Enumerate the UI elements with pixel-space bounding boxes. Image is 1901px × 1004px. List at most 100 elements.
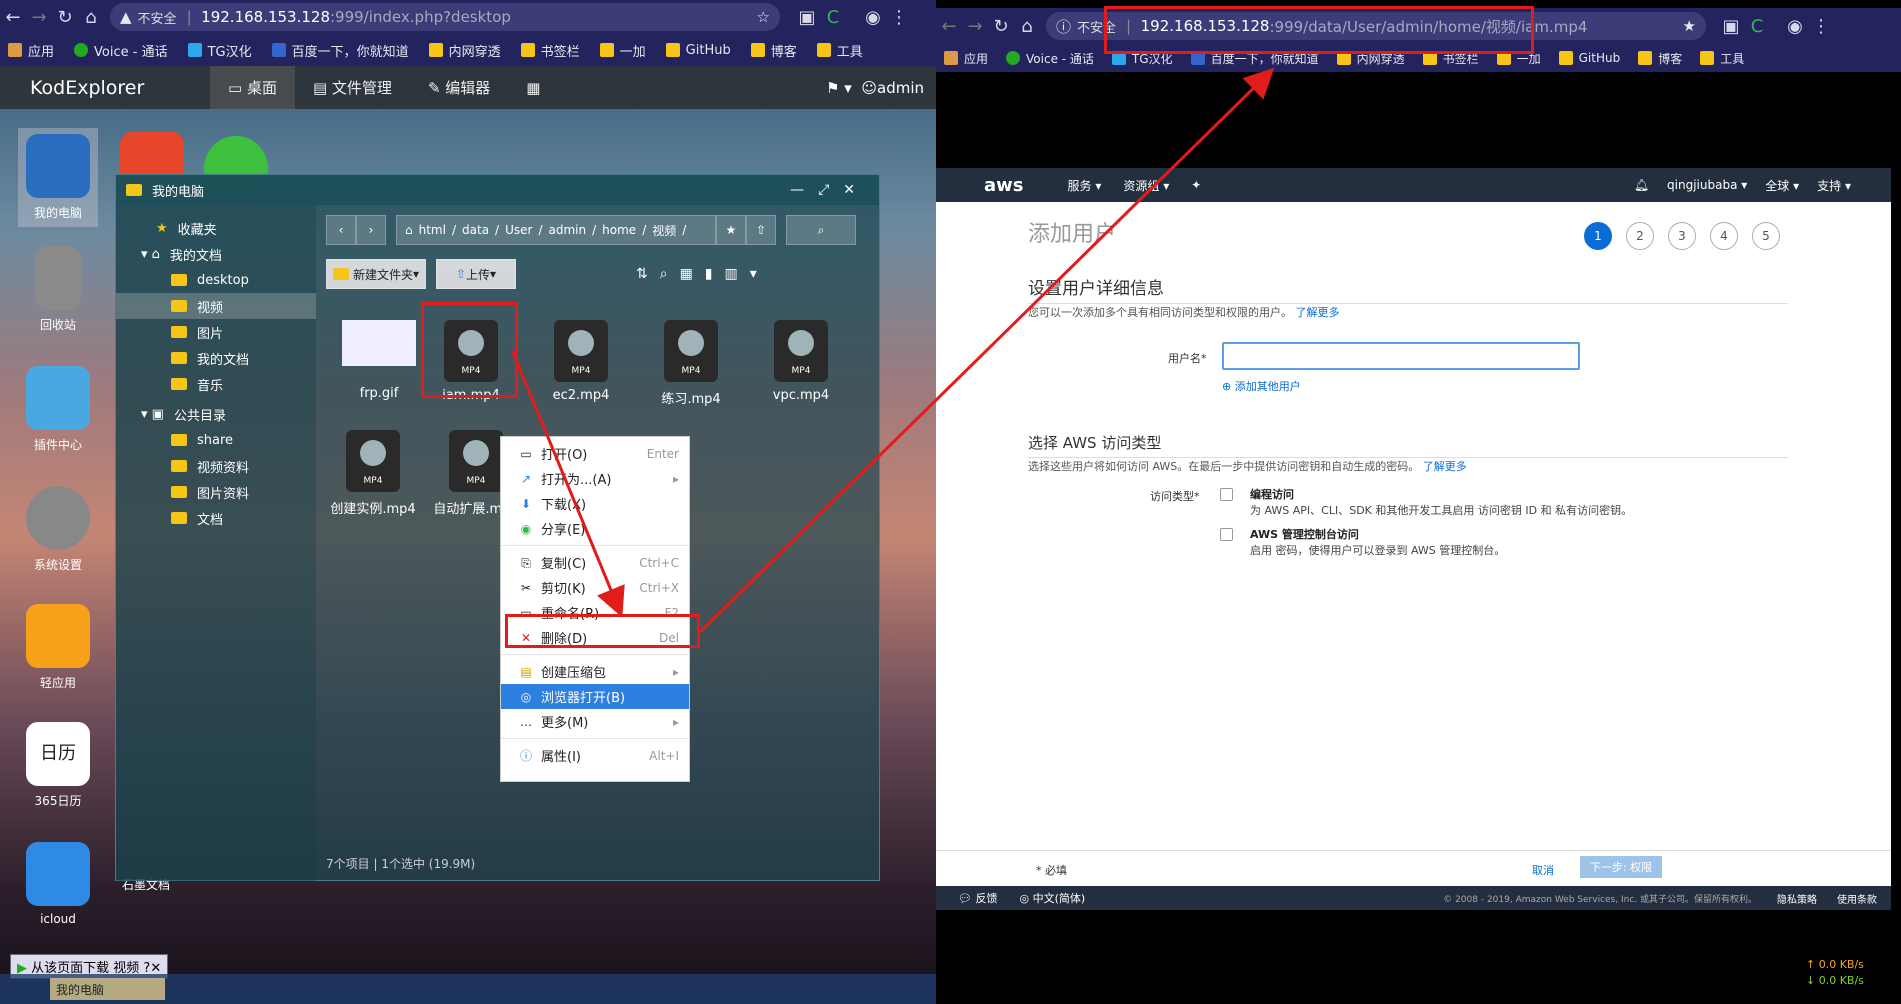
region-menu[interactable]: 全球 ▾ [1765, 177, 1799, 194]
profile-avatar[interactable]: ◉ [1782, 13, 1808, 39]
bookmark-folder[interactable]: 内网穿透 [428, 41, 501, 60]
crumb[interactable]: admin [549, 223, 587, 237]
programmatic-access-checkbox[interactable] [1220, 488, 1233, 504]
tree-item-documents[interactable]: 我的文档 [116, 345, 316, 371]
home-icon[interactable]: ⌂ [1014, 13, 1040, 39]
learn-more-link[interactable]: 了解更多 [1423, 460, 1467, 473]
back-icon[interactable]: ← [936, 13, 962, 39]
view-toggles[interactable]: ⇅⌕▦▮▥▾ [636, 266, 769, 282]
file-item[interactable]: MP4 练习.mp4 [646, 320, 736, 407]
username-input[interactable] [1222, 342, 1580, 370]
back-icon[interactable]: ‹ [326, 215, 356, 245]
tree-item-picture-material[interactable]: 图片资料 [116, 479, 316, 505]
forward-icon[interactable]: › [356, 215, 386, 245]
tree-item-pictures[interactable]: 图片 [116, 319, 316, 345]
menu-icon[interactable]: ⋮ [1808, 13, 1834, 39]
desktop-icon-settings[interactable]: 系统设置 [18, 486, 98, 573]
feedback-link[interactable]: 💬︎ 反馈 [958, 890, 997, 906]
bookmark-apps[interactable]: 应用 [8, 41, 54, 60]
menu-open-in-browser[interactable]: ◎ 浏览器打开(B) [501, 684, 689, 709]
extension-c-icon[interactable]: C [1744, 13, 1770, 39]
bookmark-folder[interactable]: 一加 [599, 41, 646, 60]
desktop-icon-light-app[interactable]: 轻应用 [18, 604, 98, 691]
console-access-checkbox[interactable] [1220, 528, 1233, 544]
menu-compress[interactable]: ▤ 创建压缩包 ▸ [501, 659, 689, 684]
menu-copy[interactable]: ⎘ 复制(C) Ctrl+C [501, 550, 689, 575]
extension-c-icon[interactable]: C [820, 4, 846, 30]
star-icon[interactable]: ★ [1683, 17, 1696, 35]
extension-icon[interactable]: ▣ [1718, 13, 1744, 39]
file-item[interactable]: MP4 ec2.mp4 [536, 320, 626, 403]
bookmark-folder[interactable]: 博客 [1638, 50, 1682, 67]
desktop-icon-icloud[interactable]: icloud [18, 842, 98, 926]
menu-open-as[interactable]: ↗ 打开为...(A) ▸ [501, 466, 689, 491]
upload-button[interactable]: ⇧ 上传 ▾ [436, 259, 516, 289]
reload-icon[interactable]: ↻ [988, 13, 1014, 39]
tab-file-manager[interactable]: ▤ 文件管理 [295, 66, 410, 109]
search-icon[interactable]: ⌕ [786, 215, 856, 245]
tree-item-public[interactable]: ▾ ▣ 公共目录 [116, 401, 316, 427]
next-permissions-button[interactable]: 下一步: 权限 [1580, 856, 1662, 878]
tree-item-video-material[interactable]: 视频资料 [116, 453, 316, 479]
checkbox[interactable] [1220, 488, 1233, 501]
crumb[interactable]: data [462, 223, 489, 237]
profile-avatar[interactable]: ◉ [860, 4, 886, 30]
privacy-link[interactable]: 隐私策略 [1777, 891, 1817, 906]
bookmark-baidu[interactable]: 百度一下，你就知道 [271, 41, 409, 60]
home-icon[interactable]: ⌂ [78, 4, 104, 30]
star-icon[interactable]: ☆ [757, 8, 770, 26]
tab-editor[interactable]: ✎ 编辑器 [410, 66, 508, 109]
crumb[interactable]: html [419, 223, 446, 237]
aws-logo[interactable]: aws [984, 175, 1024, 196]
tree-item-favorites[interactable]: ★ 收藏夹 [116, 215, 316, 241]
kod-logo[interactable]: KodExplorer [30, 77, 210, 99]
desktop-icon-calendar[interactable]: 日历 365日历 [18, 722, 98, 809]
tree-item-docs[interactable]: 文档 [116, 505, 316, 531]
bookmark-folder[interactable]: 工具 [1700, 50, 1744, 67]
crumb[interactable]: User [505, 223, 532, 237]
bookmark-folder[interactable]: 书签栏 [520, 41, 580, 60]
star-icon[interactable]: ★ [716, 215, 746, 245]
add-user-link[interactable]: ⊕ 添加其他用户 [1222, 378, 1301, 394]
user-menu[interactable]: ⚑ ▾ ☺ admin [826, 79, 924, 97]
bookmark-voice[interactable]: Voice - 通话 [74, 41, 168, 60]
bookmark-folder[interactable]: 工具 [816, 41, 863, 60]
up-icon[interactable]: ⇧ [746, 215, 776, 245]
menu-cut[interactable]: ✂ 剪切(K) Ctrl+X [501, 575, 689, 600]
pin-icon[interactable]: ✦ [1191, 178, 1201, 192]
menu-share[interactable]: ◉ 分享(E) [501, 516, 689, 541]
forward-icon[interactable]: → [962, 13, 988, 39]
tab-grid[interactable]: ▦ [508, 66, 558, 109]
bookmark-folder[interactable]: GitHub [1558, 51, 1620, 65]
cancel-button[interactable]: 取消 [1532, 862, 1554, 878]
language-selector[interactable]: ◎ 中文(简体) [1019, 890, 1085, 906]
resource-groups-menu[interactable]: 资源组 ▾ [1123, 177, 1169, 194]
tab-desktop[interactable]: ▭ 桌面 [210, 66, 295, 109]
tree-item-my-docs[interactable]: ▾ ⌂ 我的文档 [116, 241, 316, 267]
forward-icon[interactable]: → [26, 4, 52, 30]
tree-item-video[interactable]: 视频 [116, 293, 316, 319]
path-bar[interactable]: ⌂ html / data / User / admin / home / 视频 / [396, 215, 716, 245]
bookmark-folder[interactable]: 博客 [750, 41, 797, 60]
file-item[interactable]: frp.gif [334, 320, 424, 401]
services-menu[interactable]: 服务 ▾ [1068, 177, 1102, 194]
menu-properties[interactable]: ⓘ 属性(I) Alt+I [501, 743, 689, 768]
taskbar-item-my-computer[interactable]: 我的电脑 [50, 978, 165, 1000]
window-controls[interactable]: —⤢✕ [790, 182, 869, 198]
file-item[interactable]: MP4 vpc.mp4 [756, 320, 846, 403]
crumb[interactable]: 视频 [652, 222, 676, 239]
explorer-titlebar[interactable]: 我的电脑 —⤢✕ [116, 175, 879, 205]
bookmark-folder[interactable]: GitHub [665, 43, 731, 58]
learn-more-link[interactable]: 了解更多 [1296, 306, 1340, 319]
desktop-icon-my-computer[interactable]: 我的电脑 [18, 128, 98, 227]
menu-more[interactable]: … 更多(M) ▸ [501, 709, 689, 734]
tree-item-desktop[interactable]: desktop [116, 267, 316, 293]
desktop-icon-plugins[interactable]: 插件中心 [18, 366, 98, 453]
account-menu[interactable]: qingjiubaba ▾ [1667, 178, 1747, 192]
tree-item-music[interactable]: 音乐 [116, 371, 316, 397]
bookmark-tg[interactable]: TG汉化 [187, 41, 252, 60]
bookmark-apps[interactable]: 应用 [944, 50, 988, 67]
menu-icon[interactable]: ⋮ [886, 4, 912, 30]
crumb[interactable]: home [602, 223, 636, 237]
support-menu[interactable]: 支持 ▾ [1817, 177, 1851, 194]
